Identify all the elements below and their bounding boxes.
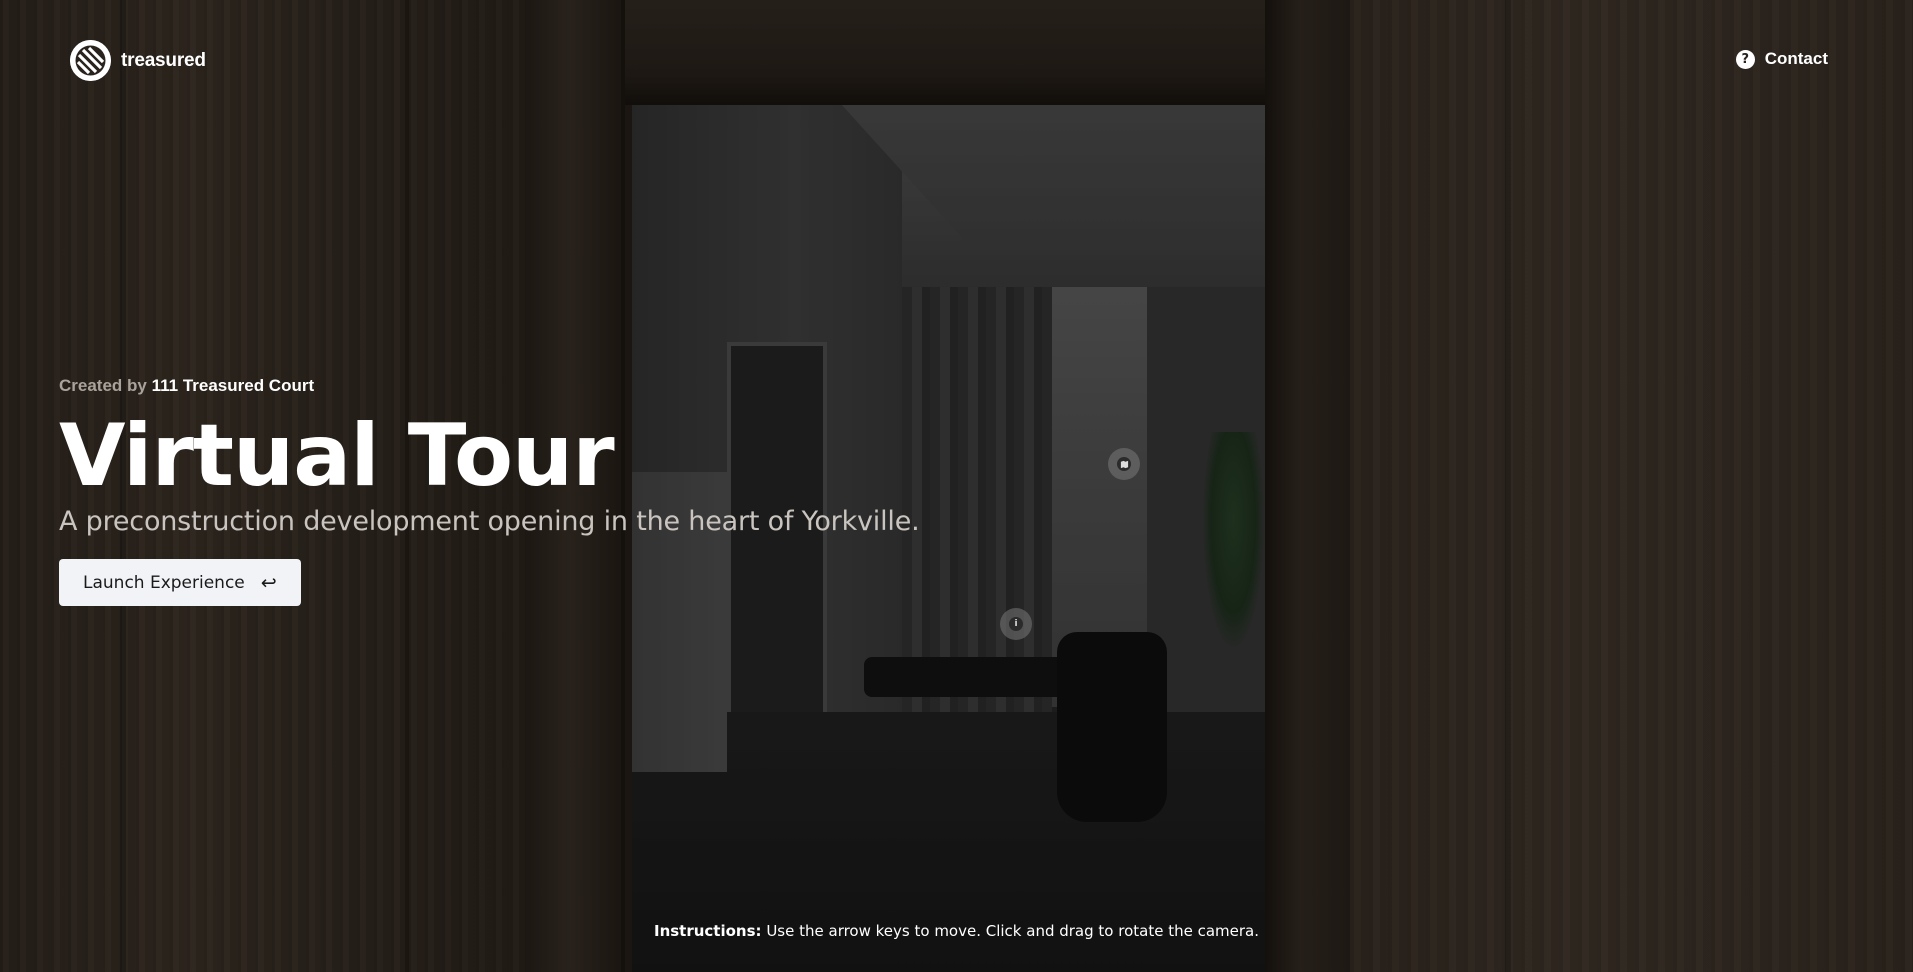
- site-header: treasured ? Contact: [0, 0, 1913, 120]
- instructions-footer: Instructions: Use the arrow keys to move…: [0, 922, 1913, 940]
- contact-link[interactable]: ? Contact: [1735, 49, 1828, 69]
- instructions-label: Instructions:: [653, 922, 762, 940]
- created-by-line: Created by 111 Treasured Court: [59, 376, 919, 396]
- hero-section: Created by 111 Treasured Court Virtual T…: [59, 376, 920, 606]
- page-title: Virtual Tour: [59, 406, 615, 506]
- treasured-logo-icon: [70, 40, 111, 81]
- instructions-text: Use the arrow keys to move. Click and dr…: [766, 922, 1259, 940]
- map-hotspot[interactable]: [1108, 448, 1140, 480]
- info-hotspot[interactable]: i: [1000, 608, 1032, 640]
- brand-name: treasured: [121, 49, 206, 71]
- brand-logo[interactable]: treasured: [70, 40, 206, 81]
- launch-experience-button[interactable]: Launch Experience ↩: [59, 559, 301, 606]
- created-by-prefix: Created by: [59, 376, 147, 395]
- question-circle-icon: ?: [1735, 49, 1755, 69]
- enter-arrow-icon: ↩: [260, 571, 277, 594]
- contact-label: Contact: [1764, 49, 1828, 68]
- map-icon: [1117, 457, 1131, 471]
- created-by-author: 111 Treasured Court: [151, 376, 315, 395]
- launch-button-label: Launch Experience: [83, 572, 245, 593]
- page-subtitle: A preconstruction development opening in…: [59, 506, 920, 537]
- info-icon: i: [1009, 617, 1023, 631]
